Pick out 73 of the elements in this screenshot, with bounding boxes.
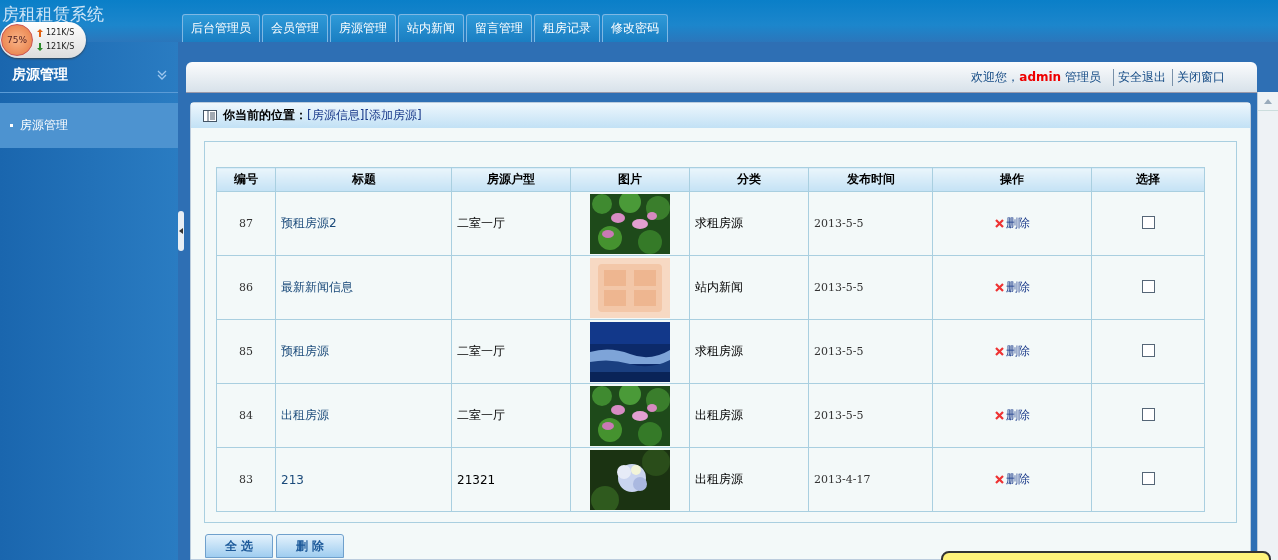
table-cell: 2013-5-5 (808, 255, 933, 320)
upload-speed: 121K/S (46, 27, 75, 39)
collapse-icon[interactable] (156, 69, 168, 81)
table-cell: 求租房源 (689, 191, 809, 256)
table-cell: 85 (216, 319, 276, 384)
percent-badge: 75% (1, 24, 33, 56)
delete-link[interactable]: 删除 (994, 407, 1030, 424)
delete-icon (994, 347, 1004, 356)
delete-link[interactable]: 删除 (994, 471, 1030, 488)
table-cell: 出租房源 (689, 447, 809, 512)
table-cell: 87 (216, 191, 276, 256)
table-cell: 2013-5-5 (808, 191, 933, 256)
table-cell: 2013-5-5 (808, 383, 933, 448)
breadcrumb-link[interactable]: [添加房源] (364, 107, 422, 124)
table-cell: 二室一厅 (451, 383, 571, 448)
breadcrumb-link[interactable]: [房源信息] (307, 107, 365, 124)
table-cell: 2013-5-5 (808, 319, 933, 384)
column-header: 图片 (570, 167, 690, 192)
top-link[interactable]: 关闭窗口 (1172, 68, 1229, 86)
title-link[interactable]: 预租房源2 (281, 216, 337, 230)
delete-link[interactable]: 删除 (994, 279, 1030, 296)
table-cell: 2013-4-17 (808, 447, 933, 512)
table-cell: 二室一厅 (451, 191, 571, 256)
title-link[interactable]: 出租房源 (281, 408, 329, 422)
column-header: 分类 (689, 167, 809, 192)
table-cell: 出租房源 (689, 383, 809, 448)
collapse-handle[interactable] (178, 211, 184, 251)
column-header: 标题 (275, 167, 452, 192)
title-link[interactable]: 213 (281, 472, 304, 487)
row-checkbox[interactable] (1141, 471, 1155, 485)
table-cell: 83 (216, 447, 276, 512)
delete-icon (994, 475, 1004, 484)
column-header: 选择 (1091, 167, 1205, 192)
delete-icon (994, 219, 1004, 228)
welcome-text: 欢迎您，admin 管理员 (971, 68, 1101, 86)
delete-link[interactable]: 删除 (994, 215, 1030, 232)
nav-tab[interactable]: 会员管理 (262, 14, 328, 42)
sidebar-title: 房源管理 (12, 66, 68, 84)
table-cell: 二室一厅 (451, 319, 571, 384)
app-title: 房租租赁系统 (2, 3, 104, 26)
table-cell: 86 (216, 255, 276, 320)
up-arrow-icon (37, 29, 43, 37)
delete-link[interactable]: 删除 (994, 343, 1030, 360)
column-header: 房源户型 (451, 167, 571, 192)
list-icon (203, 109, 217, 122)
row-checkbox[interactable] (1141, 279, 1155, 293)
nav-tab[interactable]: 房源管理 (330, 14, 396, 42)
delete-icon (994, 283, 1004, 292)
action-button[interactable]: 全 选 (205, 534, 273, 558)
title-link[interactable]: 最新新闻信息 (281, 280, 353, 294)
title-link[interactable]: 预租房源 (281, 344, 329, 358)
table-cell: 84 (216, 383, 276, 448)
row-checkbox[interactable] (1141, 407, 1155, 421)
table-cell: 站内新闻 (689, 255, 809, 320)
table-cell: 21321 (451, 447, 571, 512)
download-speed: 121K/S (46, 41, 75, 53)
delete-icon (994, 411, 1004, 420)
action-button[interactable]: 删 除 (276, 534, 344, 558)
nav-tab[interactable]: 租房记录 (534, 14, 600, 42)
column-header: 操作 (932, 167, 1092, 192)
nav-tab[interactable]: 站内新闻 (398, 14, 464, 42)
row-checkbox[interactable] (1141, 215, 1155, 229)
top-link[interactable]: 安全退出 (1113, 68, 1170, 86)
table-cell: 求租房源 (689, 319, 809, 384)
nav-tab[interactable]: 后台管理员 (182, 14, 260, 42)
down-arrow-icon (37, 43, 43, 51)
nav-tab[interactable]: 留言管理 (466, 14, 532, 42)
location-label: 你当前的位置： (223, 107, 307, 124)
column-header: 编号 (216, 167, 276, 192)
nav-tab[interactable]: 修改密码 (602, 14, 668, 42)
column-header: 发布时间 (808, 167, 933, 192)
scrollbar[interactable] (1257, 92, 1278, 560)
row-checkbox[interactable] (1141, 343, 1155, 357)
